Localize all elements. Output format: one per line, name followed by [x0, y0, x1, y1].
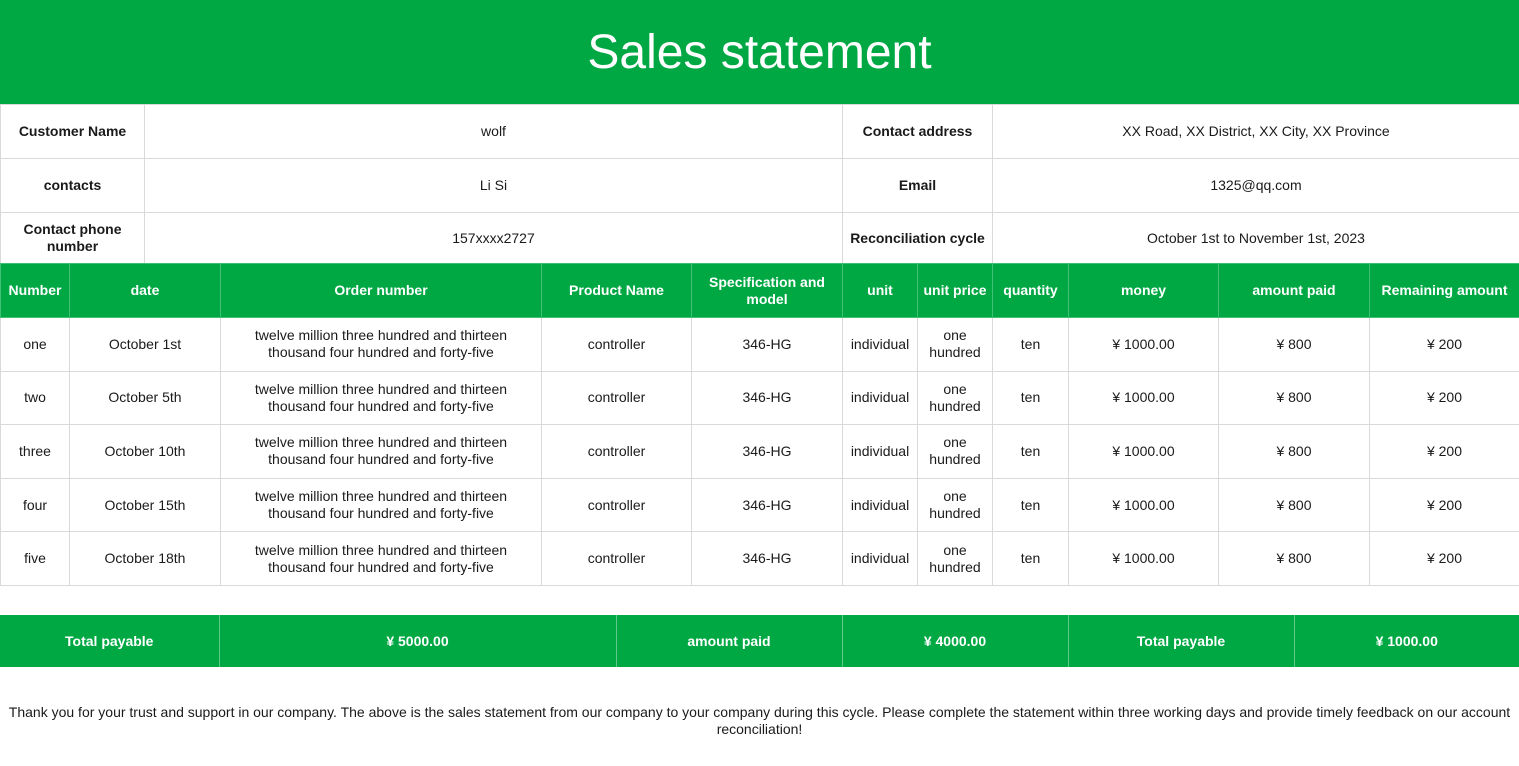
cell-amount-paid: ¥ 800 — [1218, 370, 1370, 426]
cell-order-number: twelve million three hundred and thirtee… — [220, 370, 542, 426]
cell-remaining-amount: ¥ 200 — [1369, 531, 1519, 586]
cell-remaining-amount: ¥ 200 — [1369, 477, 1519, 533]
cell-remaining-amount: ¥ 200 — [1369, 370, 1519, 426]
col-header-order-number: Order number — [220, 263, 542, 318]
cycle-label: Reconciliation cycle — [842, 212, 993, 264]
col-header-remaining-amount: Remaining amount — [1369, 263, 1519, 318]
cell-unit: individual — [842, 477, 918, 533]
col-header-money: money — [1068, 263, 1219, 318]
totals-bar: Total payable ¥ 5000.00 amount paid ¥ 40… — [0, 615, 1519, 667]
cell-quantity: ten — [992, 531, 1069, 586]
remaining-total-label: Total payable — [1067, 615, 1294, 667]
cell-quantity: ten — [992, 370, 1069, 426]
customer-info-table: Customer Name wolf Contact address XX Ro… — [0, 104, 1519, 264]
cell-product-name: controller — [541, 424, 692, 479]
contacts-label: contacts — [0, 158, 145, 213]
contacts-value: Li Si — [144, 158, 843, 213]
total-payable-value: ¥ 5000.00 — [218, 615, 616, 667]
col-header-unit: unit — [842, 263, 918, 318]
cycle-value: October 1st to November 1st, 2023 — [992, 212, 1519, 264]
cell-date: October 15th — [69, 477, 221, 533]
cell-quantity: ten — [992, 317, 1069, 372]
table-row: five October 18th twelve million three h… — [0, 531, 1519, 586]
col-header-number: Number — [0, 263, 70, 318]
col-header-amount-paid: amount paid — [1218, 263, 1370, 318]
customer-name-label: Customer Name — [0, 104, 145, 159]
cell-money: ¥ 1000.00 — [1068, 370, 1219, 426]
cell-remaining-amount: ¥ 200 — [1369, 317, 1519, 372]
cell-quantity: ten — [992, 424, 1069, 479]
cell-unit: individual — [842, 531, 918, 586]
col-header-quantity: quantity — [992, 263, 1069, 318]
cell-number: five — [0, 531, 70, 586]
cell-money: ¥ 1000.00 — [1068, 477, 1219, 533]
customer-name-value: wolf — [144, 104, 843, 159]
cell-amount-paid: ¥ 800 — [1218, 317, 1370, 372]
cell-money: ¥ 1000.00 — [1068, 531, 1219, 586]
cell-amount-paid: ¥ 800 — [1218, 531, 1370, 586]
cell-unit-price: one hundred — [917, 477, 993, 533]
cell-specification: 346-HG — [691, 370, 843, 426]
cell-product-name: controller — [541, 317, 692, 372]
cell-specification: 346-HG — [691, 477, 843, 533]
cell-unit: individual — [842, 370, 918, 426]
amount-paid-label: amount paid — [615, 615, 842, 667]
info-row: Customer Name wolf Contact address XX Ro… — [0, 104, 1519, 159]
remaining-total-value: ¥ 1000.00 — [1293, 615, 1519, 667]
email-value: 1325@qq.com — [992, 158, 1519, 213]
cell-money: ¥ 1000.00 — [1068, 317, 1219, 372]
cell-number: one — [0, 317, 70, 372]
cell-quantity: ten — [992, 477, 1069, 533]
col-header-product-name: Product Name — [541, 263, 692, 318]
cell-unit-price: one hundred — [917, 370, 993, 426]
cell-date: October 5th — [69, 370, 221, 426]
amount-paid-value: ¥ 4000.00 — [841, 615, 1068, 667]
cell-number: three — [0, 424, 70, 479]
cell-unit: individual — [842, 317, 918, 372]
footer-note: Thank you for your trust and support in … — [8, 704, 1511, 737]
cell-number: two — [0, 370, 70, 426]
cell-specification: 346-HG — [691, 317, 843, 372]
cell-unit: individual — [842, 424, 918, 479]
info-row: Contact phone number 157xxxx2727 Reconci… — [0, 212, 1519, 264]
total-payable-label: Total payable — [0, 615, 219, 667]
col-header-date: date — [69, 263, 221, 318]
cell-remaining-amount: ¥ 200 — [1369, 424, 1519, 479]
totals-row: Total payable ¥ 5000.00 amount paid ¥ 40… — [0, 615, 1519, 667]
page-title: Sales statement — [0, 0, 1519, 104]
cell-product-name: controller — [541, 531, 692, 586]
table-header-row: Number date Order number Product Name Sp… — [0, 263, 1519, 318]
table-row: four October 15th twelve million three h… — [0, 477, 1519, 533]
cell-specification: 346-HG — [691, 424, 843, 479]
col-header-unit-price: unit price — [917, 263, 993, 318]
phone-value: 157xxxx2727 — [144, 212, 843, 264]
cell-product-name: controller — [541, 477, 692, 533]
cell-order-number: twelve million three hundred and thirtee… — [220, 424, 542, 479]
table-row: two October 5th twelve million three hun… — [0, 370, 1519, 426]
cell-order-number: twelve million three hundred and thirtee… — [220, 317, 542, 372]
cell-date: October 1st — [69, 317, 221, 372]
cell-amount-paid: ¥ 800 — [1218, 477, 1370, 533]
table-row: one October 1st twelve million three hun… — [0, 317, 1519, 372]
contact-address-label: Contact address — [842, 104, 993, 159]
cell-unit-price: one hundred — [917, 531, 993, 586]
email-label: Email — [842, 158, 993, 213]
cell-number: four — [0, 477, 70, 533]
cell-date: October 10th — [69, 424, 221, 479]
info-row: contacts Li Si Email 1325@qq.com — [0, 158, 1519, 213]
contact-address-value: XX Road, XX District, XX City, XX Provin… — [992, 104, 1519, 159]
cell-unit-price: one hundred — [917, 424, 993, 479]
cell-product-name: controller — [541, 370, 692, 426]
cell-order-number: twelve million three hundred and thirtee… — [220, 477, 542, 533]
phone-label: Contact phone number — [0, 212, 145, 264]
cell-amount-paid: ¥ 800 — [1218, 424, 1370, 479]
cell-money: ¥ 1000.00 — [1068, 424, 1219, 479]
col-header-specification: Specification and model — [691, 263, 843, 318]
cell-date: October 18th — [69, 531, 221, 586]
cell-order-number: twelve million three hundred and thirtee… — [220, 531, 542, 586]
sales-items-table: Number date Order number Product Name Sp… — [0, 263, 1519, 586]
cell-unit-price: one hundred — [917, 317, 993, 372]
cell-specification: 346-HG — [691, 531, 843, 586]
table-row: three October 10th twelve million three … — [0, 424, 1519, 479]
